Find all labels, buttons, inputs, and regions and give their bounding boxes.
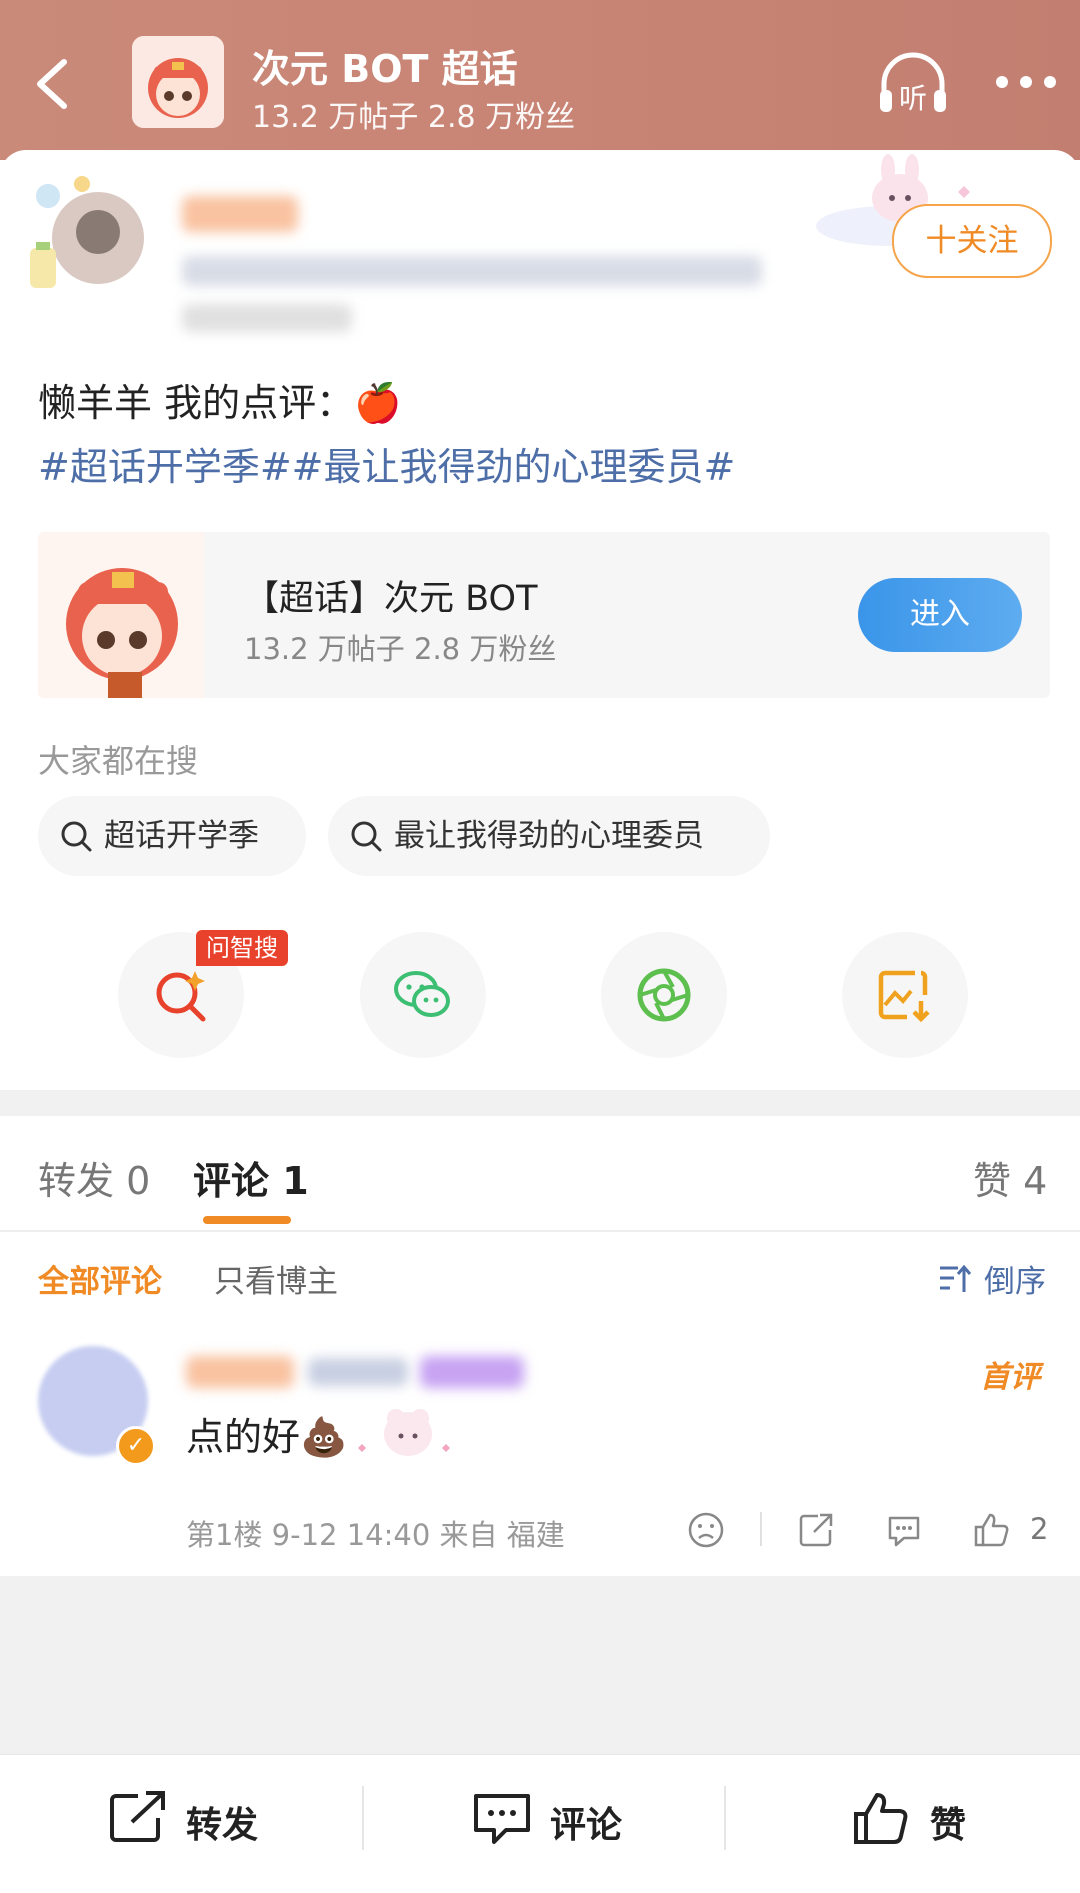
avatar-frame-icon bbox=[30, 176, 144, 288]
commenter-badge-blurred bbox=[308, 1358, 408, 1386]
topic-stats: 13.2 万帖子 2.8 万粉丝 bbox=[252, 100, 576, 135]
poster-avatar[interactable] bbox=[26, 172, 156, 302]
bottom-separator bbox=[362, 1786, 364, 1850]
back-button[interactable] bbox=[22, 48, 82, 118]
comment-button[interactable]: 评论 bbox=[472, 1790, 642, 1850]
headphones-icon: 听 bbox=[880, 52, 946, 115]
sheep-sticker-icon bbox=[358, 1409, 450, 1456]
section-divider bbox=[0, 1090, 1080, 1116]
empty-area bbox=[0, 1576, 1080, 1754]
repost-icon bbox=[110, 1791, 165, 1842]
more-dots-icon bbox=[996, 76, 1056, 88]
search-icon bbox=[61, 821, 92, 852]
filter-owner-only[interactable]: 只看博主 bbox=[214, 1256, 338, 1301]
save-image-button[interactable] bbox=[842, 932, 968, 1058]
topic-avatar[interactable] bbox=[132, 36, 224, 128]
moments-icon bbox=[637, 968, 691, 1022]
share-wechat-button[interactable] bbox=[360, 932, 486, 1058]
ai-search-badge: 问智搜 bbox=[196, 930, 288, 966]
poster-name-blurred bbox=[182, 196, 298, 232]
poster-meta-blurred bbox=[182, 256, 762, 286]
topic-header: 次元 BOT 超话 13.2 万帖子 2.8 万粉丝 听 bbox=[0, 0, 1080, 160]
search-chip-label: 超话开学季 bbox=[104, 818, 259, 854]
tab-like[interactable]: 赞 4 bbox=[973, 1150, 1047, 1205]
sort-icon[interactable] bbox=[938, 1262, 972, 1296]
commenter-level-blurred bbox=[420, 1356, 524, 1388]
comment-label: 评论 bbox=[550, 1805, 623, 1846]
follow-button[interactable]: 十关注 bbox=[892, 204, 1052, 278]
ai-search-icon bbox=[156, 971, 206, 1022]
wechat-icon bbox=[394, 971, 450, 1017]
share-moments-button[interactable] bbox=[601, 932, 727, 1058]
bottom-separator bbox=[724, 1786, 726, 1850]
dislike-face-icon[interactable] bbox=[686, 1510, 726, 1550]
first-comment-badge: 首评 bbox=[980, 1360, 1040, 1395]
save-image-icon bbox=[878, 970, 930, 1023]
tab-divider bbox=[0, 1230, 1080, 1232]
like-label: 赞 bbox=[930, 1805, 967, 1846]
tab-comment[interactable]: 评论 1 bbox=[193, 1150, 309, 1205]
tab-active-indicator bbox=[203, 1216, 291, 1224]
supertopic-stats: 13.2 万帖子 2.8 万粉丝 bbox=[244, 632, 557, 666]
like-button[interactable]: 赞 bbox=[852, 1790, 992, 1850]
listen-button[interactable]: 听 bbox=[876, 50, 950, 120]
anime-girl-avatar-icon bbox=[132, 36, 224, 128]
like-comment-icon[interactable] bbox=[972, 1510, 1012, 1550]
commenter-name-blurred bbox=[186, 1356, 294, 1388]
thumbs-up-icon bbox=[854, 1793, 908, 1844]
comment-meta: 第1楼 9-12 14:40 来自 福建 bbox=[186, 1518, 565, 1552]
repost-button[interactable]: 转发 bbox=[108, 1790, 278, 1850]
supertopic-card[interactable]: 【超话】次元 BOT 13.2 万帖子 2.8 万粉丝 进入 bbox=[38, 532, 1050, 698]
supertopic-thumbnail bbox=[38, 532, 204, 698]
action-separator bbox=[760, 1512, 762, 1546]
comment-icon bbox=[474, 1794, 530, 1844]
tab-repost[interactable]: 转发 0 bbox=[38, 1150, 150, 1205]
repost-label: 转发 bbox=[186, 1805, 259, 1846]
topic-title: 次元 BOT 超话 bbox=[252, 47, 518, 91]
trending-search-label: 大家都在搜 bbox=[38, 742, 199, 780]
post-body: 懒羊羊 我的点评：🍎 bbox=[38, 381, 402, 425]
post-hashtags[interactable]: #超话开学季##最让我得劲的心理委员# bbox=[38, 436, 735, 491]
reply-comment-icon[interactable] bbox=[884, 1510, 924, 1550]
search-chip-1[interactable]: 超话开学季 bbox=[38, 796, 306, 876]
search-chip-2[interactable]: 最让我得劲的心理委员 bbox=[328, 796, 770, 876]
search-chip-label: 最让我得劲的心理委员 bbox=[394, 818, 704, 854]
verified-badge-icon: ✓ bbox=[116, 1426, 156, 1466]
filter-all-comments[interactable]: 全部评论 bbox=[38, 1256, 162, 1301]
comment-like-count: 2 bbox=[1030, 1512, 1049, 1546]
comment-text: 点的好💩 bbox=[186, 1415, 348, 1459]
anime-girl-thumbnail-icon bbox=[38, 532, 204, 698]
supertopic-title: 【超话】次元 BOT bbox=[244, 579, 538, 619]
search-icon bbox=[351, 821, 382, 852]
enter-button[interactable]: 进入 bbox=[858, 578, 1022, 652]
sort-order-button[interactable]: 倒序 bbox=[984, 1256, 1046, 1301]
listen-label: 听 bbox=[899, 82, 927, 115]
share-comment-icon[interactable] bbox=[796, 1510, 836, 1550]
poster-source-blurred bbox=[182, 304, 352, 332]
back-arrow-icon bbox=[37, 59, 67, 109]
more-button[interactable] bbox=[990, 62, 1062, 102]
